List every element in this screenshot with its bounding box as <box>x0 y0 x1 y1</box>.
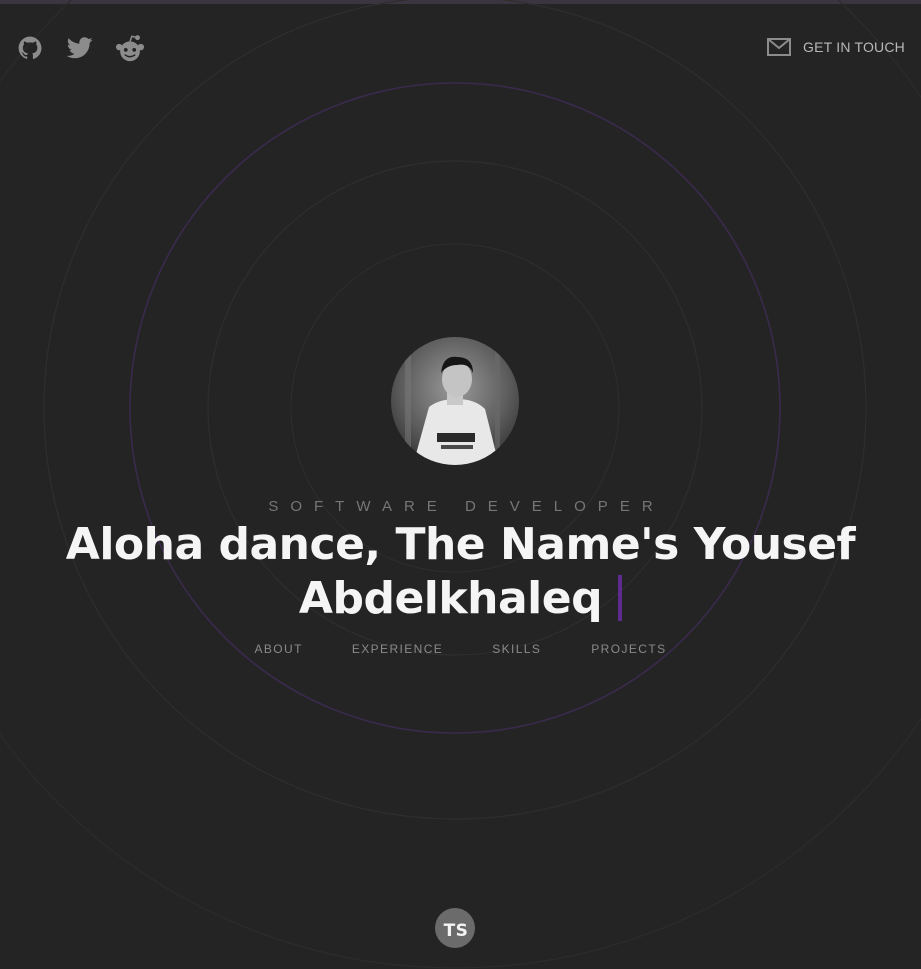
github-link[interactable] <box>14 32 46 64</box>
background-rings <box>0 0 921 969</box>
top-border <box>0 0 921 4</box>
reddit-link[interactable] <box>114 32 146 64</box>
twitter-icon <box>67 37 93 59</box>
reddit-icon <box>115 35 145 62</box>
headline-line-1: Aloha dance, The Name's Yousef <box>65 519 856 570</box>
twitter-link[interactable] <box>64 32 96 64</box>
mail-icon <box>767 38 792 56</box>
nav-item-about[interactable]: ABOUT <box>254 642 302 656</box>
logo-badge[interactable]: TS <box>435 908 475 948</box>
headline-line-2-wrap: Abdelkhaleq <box>0 572 921 626</box>
get-in-touch-label: GET IN TOUCH <box>803 39 905 55</box>
job-title: SOFTWARE DEVELOPER <box>268 498 665 515</box>
headline-line-2: Abdelkhaleq <box>298 573 603 624</box>
logo-badge-text: TS <box>443 921 469 941</box>
github-icon <box>18 36 42 59</box>
avatar <box>391 337 519 465</box>
nav-item-experience[interactable]: EXPERIENCE <box>352 642 443 656</box>
section-nav: ABOUT EXPERIENCE SKILLS PROJECTS <box>0 642 921 656</box>
nav-item-projects[interactable]: PROJECTS <box>591 642 666 656</box>
nav-item-skills[interactable]: SKILLS <box>492 642 541 656</box>
get-in-touch-link[interactable]: GET IN TOUCH <box>767 38 905 56</box>
profile-photo <box>391 337 519 465</box>
typing-cursor <box>618 575 623 621</box>
page-title: Aloha dance, The Name's Yousef Abdelkhal… <box>0 518 921 626</box>
social-links <box>14 32 146 64</box>
